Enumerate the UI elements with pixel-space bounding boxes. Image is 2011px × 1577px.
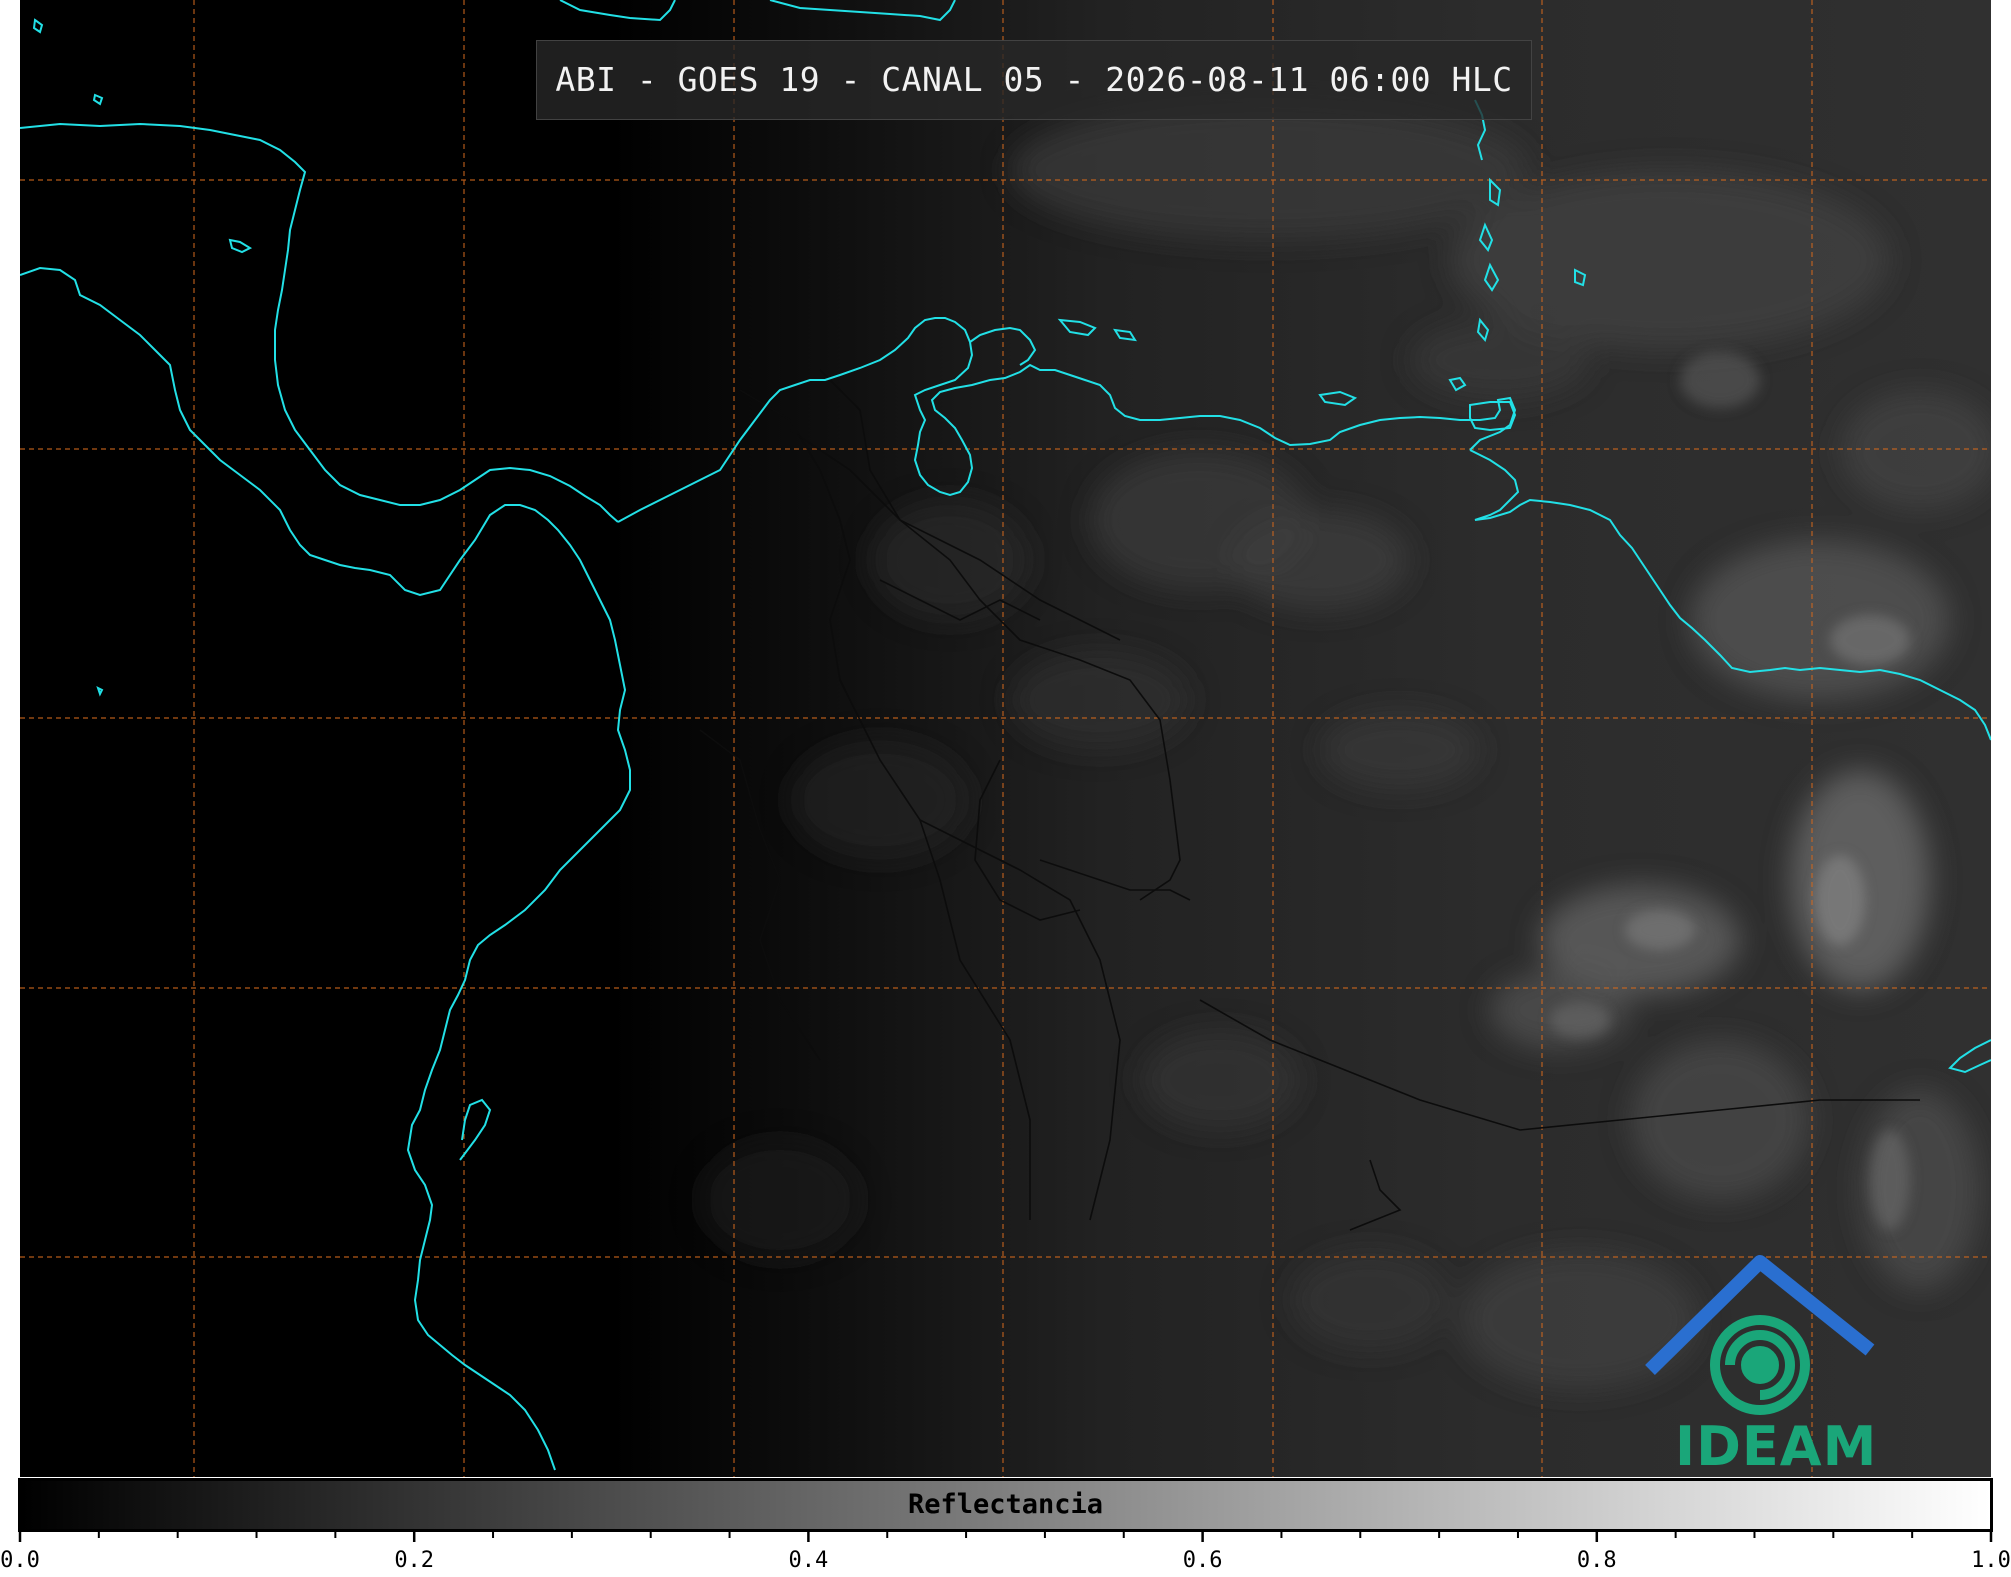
ideam-swirl-icon [1710,1315,1810,1415]
colorbar-tick-label: 0.6 [1183,1548,1223,1573]
colorbar: Reflectancia [18,1478,1993,1532]
colorbar-tick-label: 1.0 [1971,1548,2011,1573]
colorbar-tick-label: 0.0 [0,1548,40,1573]
colorbar-tick-label: 0.8 [1577,1548,1617,1573]
colorbar-label: Reflectancia [907,1489,1104,1520]
colorbar-axis: 0.0 0.2 0.4 0.6 0.8 1.0 [0,1530,2011,1573]
map-title: ABI - GOES 19 - CANAL 05 - 2026-08-11 06… [536,40,1532,120]
colorbar-tick-label: 0.4 [789,1548,829,1573]
ideam-logo-text: IDEAM [1675,1415,1878,1478]
colorbar-tick-label: 0.2 [394,1548,434,1573]
